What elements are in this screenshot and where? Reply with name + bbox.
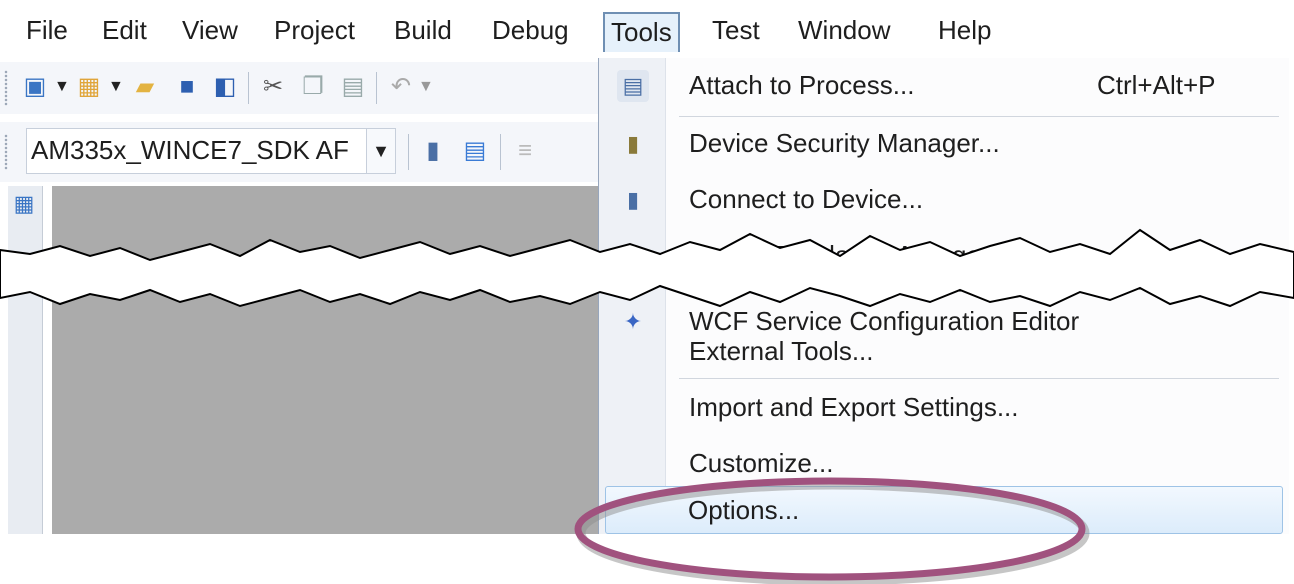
toolbar-separator: [376, 72, 377, 104]
menu-window[interactable]: Window: [792, 10, 896, 50]
menu-item-attach-to-process[interactable]: ▤ Attach to Process... Ctrl+Alt+P: [599, 58, 1289, 114]
undo-icon[interactable]: ↶: [386, 72, 416, 102]
menu-file[interactable]: File: [20, 10, 74, 50]
save-all-icon[interactable]: ◧: [210, 72, 240, 102]
chevron-down-icon[interactable]: ▼: [418, 78, 434, 96]
attach-process-icon: ▤: [617, 70, 649, 102]
torn-paper-overlay: [0, 228, 1294, 308]
connect-device-icon[interactable]: ▮: [418, 136, 448, 166]
menu-edit[interactable]: Edit: [96, 10, 153, 50]
server-explorer-icon[interactable]: ▦: [12, 192, 36, 216]
copy-icon[interactable]: ❐: [298, 72, 328, 102]
line-numbers-icon[interactable]: ≡: [510, 136, 540, 166]
menu-item-label: Attach to Process...: [689, 70, 915, 100]
menu-separator: [679, 378, 1279, 379]
cut-icon[interactable]: ✂: [258, 72, 288, 102]
toolbar-separator: [248, 72, 249, 104]
menu-view[interactable]: View: [176, 10, 244, 50]
toolbar-grip[interactable]: [4, 70, 8, 106]
menu-debug[interactable]: Debug: [486, 10, 575, 50]
chevron-down-icon[interactable]: ▼: [108, 78, 124, 96]
chevron-down-icon[interactable]: ▼: [366, 129, 395, 173]
menu-item-device-security-manager[interactable]: ▮ Device Security Manager...: [599, 116, 1289, 172]
menu-item-connect-to-device[interactable]: ▮ Connect to Device...: [599, 172, 1289, 228]
menu-item-label: Import and Export Settings...: [689, 392, 1019, 422]
save-icon[interactable]: ■: [172, 72, 202, 102]
menu-bar: File Edit View Project Build Debug Tools…: [0, 0, 1294, 58]
menu-item-label: Connect to Device...: [689, 184, 924, 214]
device-options-icon[interactable]: ▤: [460, 136, 490, 166]
menu-item-label: Device Security Manager...: [689, 128, 1000, 158]
add-item-icon[interactable]: ▦: [74, 72, 104, 102]
menu-item-label: External Tools...: [689, 336, 874, 366]
open-folder-icon[interactable]: ▰: [130, 72, 160, 102]
menu-test[interactable]: Test: [706, 10, 766, 50]
highlight-ellipse: [574, 477, 1090, 584]
menu-build[interactable]: Build: [388, 10, 458, 50]
menu-help[interactable]: Help: [932, 10, 997, 50]
menu-item-external-tools[interactable]: External Tools...: [599, 324, 1289, 380]
standard-toolbar: ▣ ▼ ▦ ▼ ▰ ■ ◧ ✂ ❐ ▤ ↶ ▼: [0, 62, 600, 114]
connect-device-icon: ▮: [626, 187, 640, 212]
menu-item-shortcut: Ctrl+Alt+P: [1097, 70, 1216, 100]
target-device-value: AM335x_WINCE7_SDK AF: [31, 135, 349, 165]
device-security-icon: ▮: [626, 131, 640, 156]
paste-icon[interactable]: ▤: [338, 72, 368, 102]
chevron-down-icon[interactable]: ▼: [54, 78, 70, 96]
target-device-combo[interactable]: AM335x_WINCE7_SDK AF ▼: [26, 128, 396, 174]
new-project-icon[interactable]: ▣: [20, 72, 50, 102]
toolbar-grip[interactable]: [4, 134, 8, 170]
menu-project[interactable]: Project: [268, 10, 361, 50]
menu-item-import-export-settings[interactable]: Import and Export Settings...: [599, 380, 1289, 436]
toolbar-separator: [500, 134, 501, 170]
menu-tools[interactable]: Tools: [603, 12, 680, 52]
toolbar-separator: [408, 134, 409, 170]
